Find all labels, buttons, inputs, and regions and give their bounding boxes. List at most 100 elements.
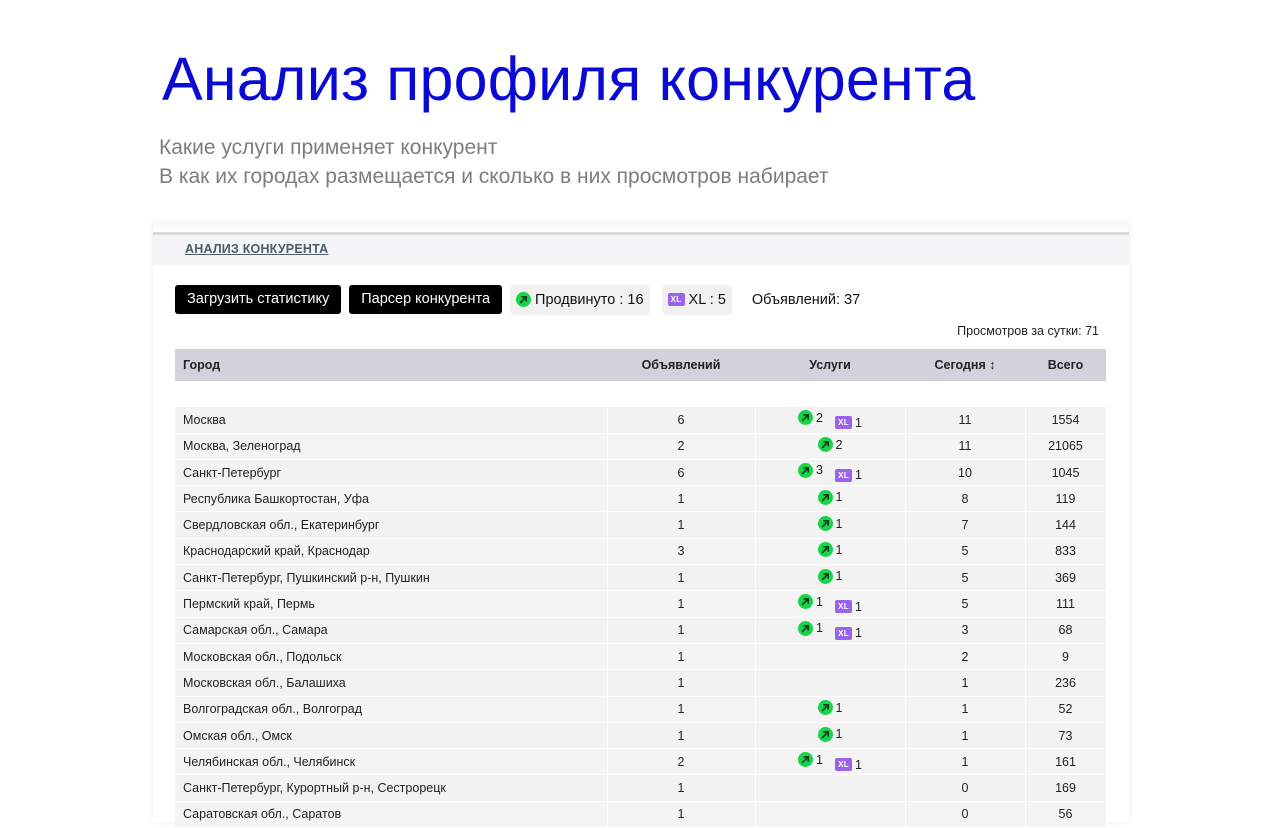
competitor-parser-button[interactable]: Парсер конкурента <box>349 285 503 314</box>
table-header-row: Город Объявлений Услуги Сегодня ↕ Всего <box>175 349 1106 381</box>
cell-total: 161 <box>1025 748 1107 776</box>
xl-service: XL 1 <box>835 600 862 614</box>
cell-ads: 1 <box>607 511 756 539</box>
promo-service: 1 <box>817 542 843 558</box>
cell-total: 9 <box>1025 643 1107 671</box>
xl-count-label: XL : 5 <box>688 291 726 308</box>
cell-ads: 1 <box>607 722 756 750</box>
cell-today: 1 <box>905 748 1026 776</box>
cell-city: Омская обл., Омск <box>175 722 608 750</box>
cell-services: 1 <box>755 538 906 566</box>
cell-today: 5 <box>905 538 1026 566</box>
ads-total-label: Объявлений: 37 <box>751 291 861 308</box>
promo-arrow-icon <box>516 292 532 307</box>
xl-badge-icon: XL <box>835 758 852 772</box>
table-row: Москва, Зеленоград 2 2 11 21065 <box>175 433 1107 460</box>
promo-arrow-icon <box>798 594 814 610</box>
cell-ads: 2 <box>607 433 756 460</box>
cell-today: 3 <box>905 617 1026 644</box>
cell-today: 2 <box>905 643 1026 671</box>
cell-total: 21065 <box>1025 433 1107 460</box>
promo-count: 1 <box>835 516 843 531</box>
page-title: Анализ профиля конкурента <box>162 45 976 113</box>
cell-ads: 1 <box>607 590 756 618</box>
panel-header: АНАЛИЗ КОНКУРЕНТА <box>153 235 1129 265</box>
promo-count: 1 <box>816 594 823 609</box>
promo-service: 1 <box>798 620 823 636</box>
toolbar: Загрузить статистику Парсер конкурента П… <box>175 284 861 315</box>
column-header-total: Всего <box>1025 349 1106 381</box>
cell-total: 73 <box>1025 722 1107 750</box>
cell-city: Пермский край, Пермь <box>175 590 608 618</box>
cell-ads: 1 <box>607 643 756 671</box>
promo-count: 1 <box>835 700 843 715</box>
promo-service: 1 <box>798 752 823 768</box>
cell-total: 1045 <box>1025 459 1107 487</box>
promo-arrow-icon <box>798 410 814 426</box>
cell-ads: 1 <box>607 617 756 644</box>
table-row: Санкт-Петербург, Пушкинский р-н, Пушкин 1… <box>175 564 1107 592</box>
xl-count: 1 <box>855 626 862 641</box>
promo-count: 1 <box>835 490 843 505</box>
subtitle-line-1: Какие услуги применяет конкурент <box>159 136 498 159</box>
promo-service: 1 <box>817 700 843 716</box>
cell-city: Санкт-Петербург, Пушкинский р-н, Пушкин <box>175 564 608 592</box>
cell-ads: 6 <box>607 459 756 487</box>
cell-total: 1554 <box>1025 406 1107 434</box>
promo-count: 3 <box>816 463 823 478</box>
cell-total: 56 <box>1025 801 1107 828</box>
cell-services: 1 XL 1 <box>755 617 906 644</box>
cell-services: 1 <box>755 485 906 513</box>
promo-count: 1 <box>835 727 843 741</box>
cell-services: 1 <box>755 696 906 723</box>
promo-arrow-icon <box>798 620 814 636</box>
cell-services: 1 <box>755 511 906 539</box>
xl-count-badge: XL XL : 5 <box>661 284 732 315</box>
competitor-analysis-link[interactable]: АНАЛИЗ КОНКУРЕНТА <box>185 242 328 256</box>
promo-count: 1 <box>835 569 843 584</box>
cell-city: Свердловская обл., Екатеринбург <box>175 511 608 539</box>
cell-today: 0 <box>905 774 1026 802</box>
promo-service: 1 <box>817 516 843 532</box>
load-stats-button[interactable]: Загрузить статистику <box>175 285 342 314</box>
promoted-count-badge: Продвинуто : 16 <box>510 284 650 315</box>
cell-city: Санкт-Петербург, Курортный р-н, Сестроре… <box>175 774 608 802</box>
xl-badge-icon: XL <box>667 293 685 306</box>
cell-today: 7 <box>905 511 1026 539</box>
cell-ads: 2 <box>607 748 756 776</box>
promo-arrow-icon <box>798 462 814 478</box>
competitor-analysis-panel: АНАЛИЗ КОНКУРЕНТА Загрузить статистику П… <box>153 222 1129 828</box>
cell-city: Московская обл., Подольск <box>175 643 608 671</box>
table-row: Самарская обл., Самара 1 1 XL 1 3 68 <box>175 617 1107 644</box>
xl-badge-icon: XL <box>835 416 852 430</box>
xl-badge-icon: XL <box>835 468 852 482</box>
column-header-today-sortable[interactable]: Сегодня ↕ <box>905 349 1025 381</box>
column-header-city: Город <box>175 349 607 381</box>
xl-service: XL 1 <box>835 416 862 430</box>
table-row: Пермский край, Пермь 1 1 XL 1 5 111 <box>175 590 1107 618</box>
cell-today: 11 <box>905 433 1026 460</box>
promo-count: 2 <box>816 410 823 425</box>
cell-total: 169 <box>1025 774 1107 802</box>
table-row: Волгоградская обл., Волгоград 1 1 1 52 <box>175 696 1107 723</box>
cell-today: 1 <box>905 669 1026 697</box>
city-stats-table: Город Объявлений Услуги Сегодня ↕ Всего … <box>175 349 1107 828</box>
panel-top-border <box>153 222 1129 235</box>
cell-services: 3 XL 1 <box>755 459 906 487</box>
table-row: Челябинская обл., Челябинск 2 1 XL 1 1 161 <box>175 748 1107 776</box>
table-row: Санкт-Петербург 6 3 XL 1 10 1045 <box>175 459 1107 487</box>
cell-total: 369 <box>1025 564 1107 592</box>
promo-arrow-icon <box>817 542 833 558</box>
cell-today: 10 <box>905 459 1026 487</box>
promo-service: 2 <box>817 437 842 453</box>
cell-city: Краснодарский край, Краснодар <box>175 538 608 566</box>
promo-count: 1 <box>835 542 843 557</box>
xl-count: 1 <box>855 599 862 614</box>
promo-arrow-icon <box>817 568 833 584</box>
cell-today: 1 <box>905 722 1026 750</box>
cell-today: 5 <box>905 564 1026 592</box>
cell-services <box>755 643 906 671</box>
promo-arrow-icon <box>798 752 814 768</box>
cell-services: 2 <box>755 433 906 460</box>
table-row: Свердловская обл., Екатеринбург 1 1 7 144 <box>175 511 1107 539</box>
